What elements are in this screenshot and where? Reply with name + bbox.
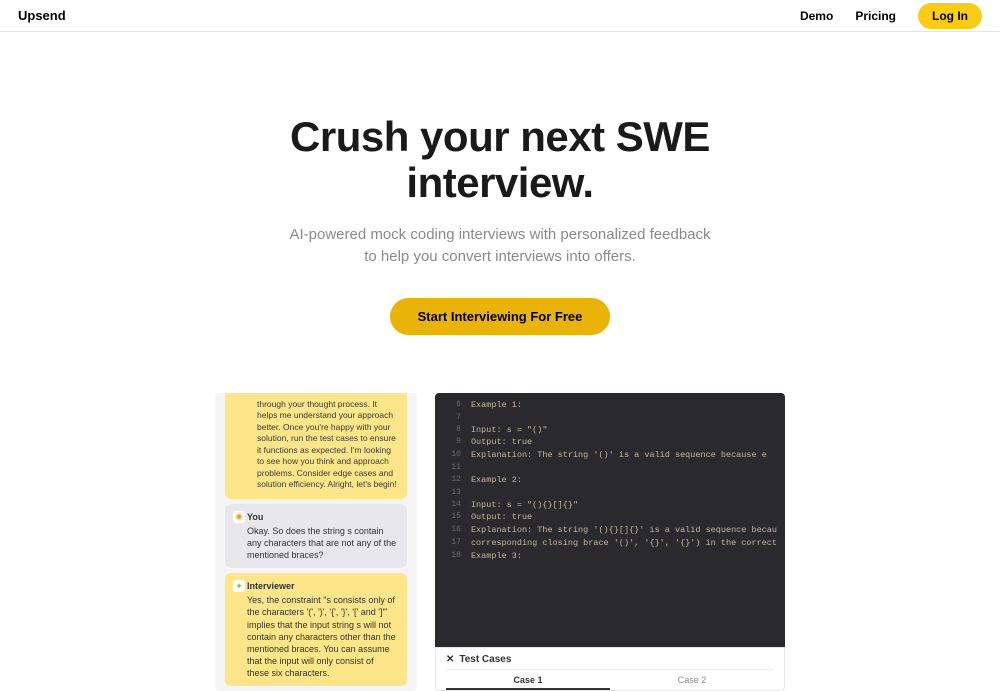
login-button[interactable]: Log In [918, 3, 982, 29]
code-line: 6 Example 1: [435, 399, 785, 412]
plus-icon: ✦ [233, 580, 245, 592]
code-line: 10 Explanation: The string '()' is a vali… [435, 449, 785, 462]
chat-message-interviewer: ✦ Interviewer Yes, the constraint "s con… [225, 573, 407, 686]
line-text: Explanation: The string '()' is a valid … [471, 449, 767, 462]
chat-message-top: through your thought process. It helps m… [225, 393, 407, 499]
line-number: 9 [443, 436, 461, 449]
header: Upsend Demo Pricing Log In [0, 0, 1000, 32]
line-number: 10 [443, 449, 461, 462]
line-number: 16 [443, 524, 461, 537]
line-text: Example 3: [471, 550, 522, 563]
line-number: 12 [443, 474, 461, 487]
code-line: 13 [435, 487, 785, 499]
code-line: 11 [435, 462, 785, 474]
chat-you-name: You [247, 511, 397, 523]
code-line: 18 Example 3: [435, 550, 785, 563]
preview-container: through your thought process. It helps m… [0, 393, 1000, 691]
tools-icon: ✕ [446, 654, 454, 665]
cta-button[interactable]: Start Interviewing For Free [390, 298, 611, 335]
code-line: 8 Input: s = "()" [435, 424, 785, 437]
hero-subtitle-line1: AI-powered mock coding interviews with p… [289, 226, 710, 243]
code-line: 16 Explanation: The string '(){}[]{}' is … [435, 524, 785, 537]
line-text: corresponding closing brace '()', '{}', … [471, 537, 777, 550]
chat-you-text: Okay. So does the string s contain any c… [247, 525, 397, 561]
line-text: Example 1: [471, 399, 522, 412]
code-line: 7 [435, 412, 785, 424]
hero-title-line1: Crush your next SWE [290, 113, 710, 160]
test-cases-header: ✕ Test Cases [446, 654, 774, 665]
logo[interactable]: Upsend [18, 8, 66, 23]
code-line: 12 Example 2: [435, 474, 785, 487]
line-number: 7 [443, 412, 461, 424]
chat-message-you: ✺ You Okay. So does the string s contain… [225, 504, 407, 569]
hero-subtitle: AI-powered mock coding interviews with p… [0, 224, 1000, 268]
line-number: 13 [443, 487, 461, 499]
hero-title: Crush your next SWE interview. [0, 114, 1000, 206]
line-number: 15 [443, 511, 461, 524]
code-line: 17 corresponding closing brace '()', '{}'… [435, 537, 785, 550]
line-text: Explanation: The string '(){}[]{}' is a … [471, 524, 777, 537]
code-preview: 6 Example 1: 78 Input: s = "()" 9 Output: tru… [435, 393, 785, 691]
test-cases-title: Test Cases [459, 654, 511, 665]
sparkle-icon: ✺ [233, 511, 245, 523]
hero-subtitle-line2: to help you convert interviews into offe… [364, 248, 636, 265]
test-tab-1[interactable]: Case 1 [446, 670, 610, 690]
test-tab-2[interactable]: Case 2 [610, 670, 774, 690]
code-editor[interactable]: 6 Example 1: 78 Input: s = "()" 9 Output: tru… [435, 393, 785, 647]
chat-int-text: Yes, the constraint "s consists only of … [247, 594, 397, 679]
line-number: 11 [443, 462, 461, 474]
hero-title-line2: interview. [406, 159, 593, 206]
hero-section: Crush your next SWE interview. AI-powere… [0, 32, 1000, 335]
line-text: Output: true [471, 436, 532, 449]
test-cases-panel: ✕ Test Cases Case 1 Case 2 [435, 647, 785, 691]
code-line: 9 Output: true [435, 436, 785, 449]
line-text: Input: s = "()" [471, 424, 548, 437]
code-line: 15 Output: true [435, 511, 785, 524]
test-tabs: Case 1 Case 2 [446, 669, 774, 690]
line-number: 18 [443, 550, 461, 563]
nav: Demo Pricing Log In [800, 3, 982, 29]
nav-demo[interactable]: Demo [800, 9, 833, 23]
line-number: 6 [443, 399, 461, 412]
line-text: Example 2: [471, 474, 522, 487]
line-number: 17 [443, 537, 461, 550]
code-line: 14 Input: s = "(){}[]{}" [435, 499, 785, 512]
line-text: Output: true [471, 511, 532, 524]
chat-int-name: Interviewer [247, 580, 397, 592]
line-number: 14 [443, 499, 461, 512]
line-text: Input: s = "(){}[]{}" [471, 499, 578, 512]
nav-pricing[interactable]: Pricing [855, 9, 896, 23]
line-number: 8 [443, 424, 461, 437]
chat-preview: through your thought process. It helps m… [215, 393, 417, 691]
